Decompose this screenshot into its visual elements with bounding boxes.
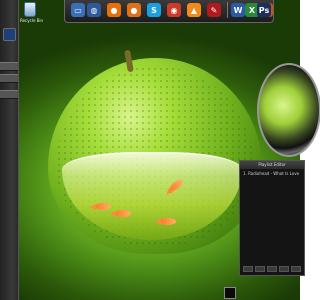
photoshop-icon[interactable]: Ps <box>257 3 271 17</box>
dock-separator <box>227 2 228 18</box>
chrome-icon[interactable]: ◉ <box>167 3 181 17</box>
left-sidebar-panel <box>0 0 19 300</box>
paint-icon[interactable]: ✎ <box>207 3 221 17</box>
playlist-control-button[interactable] <box>243 266 253 272</box>
dock-bar: ▭◍●●S◉▲✎WXPPs <box>64 0 274 23</box>
app-thumbnail-icon[interactable] <box>3 28 16 41</box>
sidebar-strip[interactable] <box>0 90 18 99</box>
playlist-control-button[interactable] <box>279 266 289 272</box>
playlist-editor-window[interactable]: Playlist Editor 1. Radiohead - What Is L… <box>239 160 305 276</box>
sidebar-strip[interactable] <box>0 62 18 71</box>
recycle-bin-shortcut[interactable]: Recycle Bin <box>20 2 44 23</box>
network-icon[interactable]: ◍ <box>87 3 101 17</box>
monitor-icon[interactable]: ▭ <box>71 3 85 17</box>
tray-square-icon[interactable] <box>224 287 236 299</box>
recycle-bin-icon <box>24 2 36 17</box>
playlist-control-button[interactable] <box>267 266 277 272</box>
playlist-control-button[interactable] <box>291 266 301 272</box>
word-icon[interactable]: W <box>231 3 245 17</box>
playlist-controls <box>243 266 301 272</box>
fish <box>155 218 176 225</box>
fish <box>110 210 131 217</box>
skype-icon[interactable]: S <box>147 3 161 17</box>
playlist-title: Playlist Editor <box>240 161 304 169</box>
basketball-icon[interactable]: ● <box>127 3 141 17</box>
recycle-bin-label: Recycle Bin <box>20 18 44 23</box>
playlist-track[interactable]: 1. Radiohead - What Is Love <box>240 169 304 178</box>
fish <box>90 203 111 210</box>
clock-gadget[interactable] <box>257 63 320 157</box>
playlist-control-button[interactable] <box>255 266 265 272</box>
sidebar-strip[interactable] <box>0 74 18 83</box>
firefox-icon[interactable]: ● <box>107 3 121 17</box>
vlc-icon[interactable]: ▲ <box>187 3 201 17</box>
